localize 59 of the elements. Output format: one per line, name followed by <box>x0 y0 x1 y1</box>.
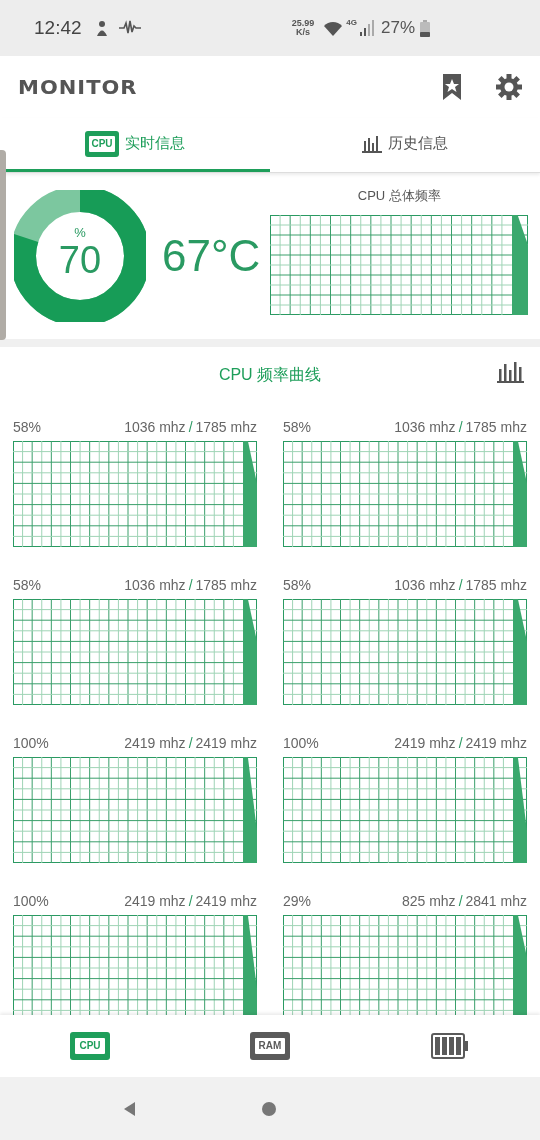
network-type: 4G <box>346 18 357 27</box>
bar-chart-icon <box>362 134 382 153</box>
max-frequency: 2841 mhz <box>465 893 527 909</box>
separator: / <box>188 419 193 435</box>
app-title: MONITOR <box>18 75 138 99</box>
tab[interactable]: 历史信息 <box>270 118 540 172</box>
clock-time: 12:42 <box>34 17 82 39</box>
tab[interactable]: CPU 实时信息 <box>0 118 270 172</box>
core-load: 100% <box>283 735 319 751</box>
wifi-icon <box>323 19 344 37</box>
back-icon[interactable] <box>123 1101 135 1116</box>
current-frequency: 2419 mhz <box>394 735 456 751</box>
current-frequency: 1036 mhz <box>394 419 456 435</box>
core-load: 100% <box>13 893 49 909</box>
net-speed-unit: K/s <box>296 28 311 37</box>
core-load: 58% <box>283 577 312 593</box>
max-frequency: 1785 mhz <box>465 419 527 435</box>
separator: / <box>188 893 193 909</box>
bar-chart-icon[interactable] <box>497 361 524 383</box>
separator: / <box>458 735 463 751</box>
battery-percent: 27% <box>380 18 415 38</box>
separator: / <box>458 893 463 909</box>
current-frequency: 1036 mhz <box>124 419 186 435</box>
current-frequency: 1036 mhz <box>394 577 456 593</box>
core-load: 58% <box>13 577 42 593</box>
current-frequency: 2419 mhz <box>124 893 186 909</box>
chip-icon[interactable]: CPU <box>70 1032 110 1060</box>
core-load: 100% <box>13 735 49 751</box>
core-load: 58% <box>283 419 312 435</box>
max-frequency: 1785 mhz <box>465 577 527 593</box>
chip-icon: CPU <box>85 130 119 157</box>
core-load: 58% <box>13 419 42 435</box>
separator: / <box>458 419 463 435</box>
edge-handle[interactable] <box>0 150 6 340</box>
section-title: CPU 频率曲线 <box>218 364 322 385</box>
separator: / <box>188 735 193 751</box>
max-frequency: 2419 mhz <box>465 735 527 751</box>
net-speed-value: 25.99 <box>291 19 315 28</box>
temperature: 67°C <box>162 231 261 281</box>
current-frequency: 2419 mhz <box>124 735 186 751</box>
max-frequency: 2419 mhz <box>195 893 257 909</box>
load-value: 70 <box>58 240 102 280</box>
bookmark-star-icon[interactable] <box>442 74 462 100</box>
separator: / <box>458 577 463 593</box>
current-frequency: 825 mhz <box>401 893 456 909</box>
max-frequency: 1785 mhz <box>195 419 257 435</box>
core-load: 29% <box>283 893 312 909</box>
chip-icon[interactable]: RAM <box>250 1032 290 1060</box>
battery-icon <box>420 19 430 37</box>
current-frequency: 1036 mhz <box>124 577 186 593</box>
graph-title: CPU 总体频率 <box>357 187 441 205</box>
settings-icon[interactable] <box>496 74 522 100</box>
load-unit: % <box>74 226 86 240</box>
home-icon[interactable] <box>261 1101 276 1116</box>
battery-icon[interactable] <box>431 1033 469 1059</box>
max-frequency: 1785 mhz <box>195 577 257 593</box>
separator: / <box>188 577 193 593</box>
max-frequency: 2419 mhz <box>195 735 257 751</box>
signal-icon <box>359 20 374 36</box>
